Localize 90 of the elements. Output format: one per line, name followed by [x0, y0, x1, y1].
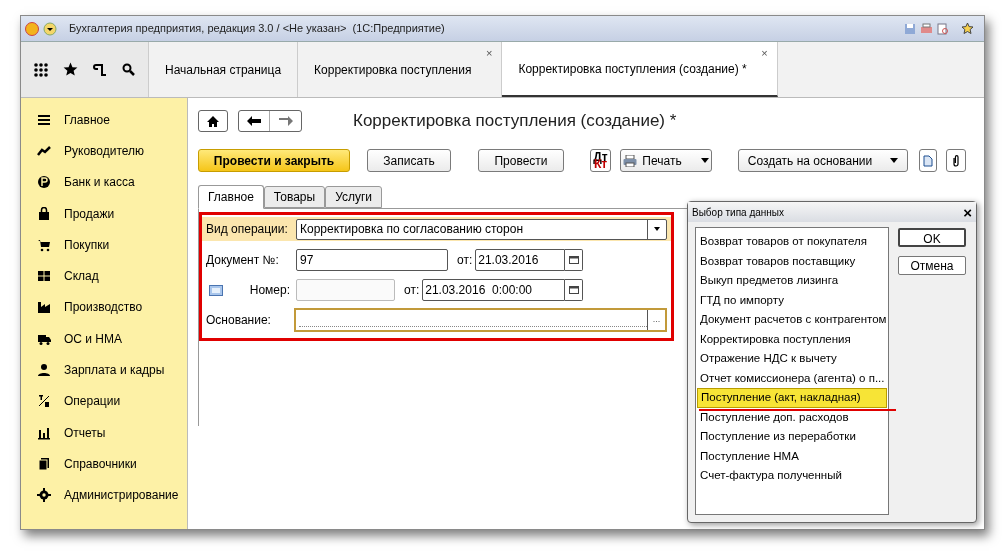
field-label: Вид операции: [206, 221, 289, 238]
list-item[interactable]: Возврат товаров от покупателя [697, 232, 887, 252]
cancel-button[interactable]: Отмена [898, 256, 966, 275]
sidebar-item[interactable]: Главное [64, 110, 110, 129]
caret-icon [700, 158, 709, 163]
menu-icon [37, 112, 51, 127]
list-item[interactable]: Поступление доп. расходов [697, 407, 887, 427]
close-button[interactable]: × [963, 204, 972, 220]
caret-icon [654, 227, 660, 231]
books-icon [37, 456, 51, 471]
bar-chart-icon [37, 425, 51, 440]
form-tab[interactable]: Товары [263, 186, 326, 208]
star-icon[interactable] [961, 22, 974, 35]
paperclip-icon [953, 154, 959, 167]
printer-icon [623, 154, 638, 167]
dialog-title: Выбор типа данных [692, 205, 786, 220]
preview-icon[interactable] [937, 22, 949, 35]
list-item[interactable]: Поступление (акт, накладная) [697, 388, 887, 408]
app-logo-icon [25, 21, 39, 36]
card-icon[interactable] [209, 284, 223, 296]
back-arrow-icon [247, 116, 261, 126]
sidebar-item[interactable]: Зарплата и кадры [64, 361, 165, 379]
window-title: Бухгалтерия предприятия, редакция 3.0 / <Не указан> (1С:Предприятие) [69, 21, 445, 37]
list-item[interactable]: ГТД по импорту [697, 290, 887, 310]
select-button[interactable]: ... [647, 310, 665, 330]
post-button[interactable]: Провести [478, 149, 564, 172]
operations-icon [37, 394, 51, 409]
operation-field[interactable]: Корректировка по согласованию сторон [296, 218, 667, 240]
close-tab-button[interactable]: × [486, 48, 493, 59]
form-tab[interactable]: Главное [198, 185, 264, 209]
create-based-on-button[interactable]: Создать на основании [738, 149, 908, 172]
apps-grid-icon[interactable] [34, 62, 49, 77]
sidebar-item[interactable]: Операции [64, 392, 121, 411]
field-label: от: [404, 282, 420, 299]
sidebar-item[interactable]: Продажи [64, 204, 115, 223]
document-number-field[interactable]: 97 [296, 249, 448, 271]
sidebar-item[interactable]: Производство [64, 298, 143, 317]
ok-button[interactable]: OK [898, 228, 966, 247]
list-item[interactable]: Документ расчетов с контрагентом [697, 310, 887, 330]
search-icon[interactable] [121, 63, 135, 76]
trend-icon [37, 143, 51, 158]
sidebar-item[interactable]: Покупки [64, 235, 110, 254]
field-label: Основание: [206, 312, 272, 329]
list-item[interactable]: Счет-фактура полученный [697, 466, 887, 486]
field-label: от: [457, 252, 473, 269]
sidebar-item[interactable]: Руководителю [64, 141, 145, 160]
calendar-icon [568, 286, 579, 294]
field-label: Документ №: [206, 252, 280, 269]
sidebar-item[interactable]: Отчеты [64, 423, 106, 442]
list-item[interactable]: Поступление из переработки [697, 427, 887, 447]
list-item[interactable]: Отражение НДС к вычету [697, 349, 887, 369]
list-item[interactable]: Возврат товаров поставщику [697, 251, 887, 271]
list-item[interactable]: Корректировка поступления [697, 329, 887, 349]
coin-icon [37, 175, 51, 190]
date-field[interactable]: 21.03.2016 [475, 249, 566, 271]
list-item[interactable]: Поступление НМА [697, 446, 887, 466]
sidebar-item[interactable]: Банк и касса [64, 173, 135, 192]
grid-icon [37, 269, 51, 284]
calendar-icon [568, 256, 579, 264]
field-label: Номер: [248, 282, 291, 299]
sidebar-item[interactable]: Администрирование [64, 486, 179, 505]
form-tab[interactable]: Услуги [325, 186, 383, 208]
calendar-button[interactable] [565, 249, 584, 271]
dropdown-icon[interactable] [43, 21, 57, 36]
cart-icon [37, 237, 51, 252]
print-button[interactable]: Печать [620, 149, 712, 172]
printer-icon[interactable] [920, 22, 933, 35]
sidebar-item[interactable]: Склад [64, 267, 99, 286]
sidebar-item[interactable]: Справочники [64, 454, 137, 473]
forward-arrow-icon [278, 116, 293, 126]
caret-icon [890, 158, 899, 163]
star-icon[interactable] [63, 62, 79, 77]
list-item[interactable]: Отчет комиссионера (агента) о п... [697, 368, 887, 388]
document-tab[interactable]: Корректировка поступления (создание) * × [502, 42, 778, 97]
post-and-close-button[interactable]: Провести и закрыть [198, 149, 350, 172]
person-icon [37, 363, 51, 377]
ledger-button[interactable]: Дт Кт [590, 149, 611, 172]
calendar-button[interactable] [565, 279, 584, 301]
close-tab-button[interactable]: × [761, 48, 768, 59]
home-button[interactable] [198, 110, 228, 132]
save-button[interactable]: Записать [367, 149, 451, 172]
form-title: Корректировка поступления (создание) * [353, 110, 677, 133]
sidebar-item[interactable]: ОС и НМА [64, 329, 123, 348]
factory-icon [37, 300, 51, 315]
attach-button[interactable] [946, 149, 966, 172]
document-button[interactable] [919, 149, 937, 172]
document-icon [923, 154, 933, 167]
basis-field[interactable]: ... [294, 308, 667, 332]
home-icon [207, 115, 219, 127]
list-item[interactable]: Выкуп предметов лизинга [697, 271, 887, 291]
